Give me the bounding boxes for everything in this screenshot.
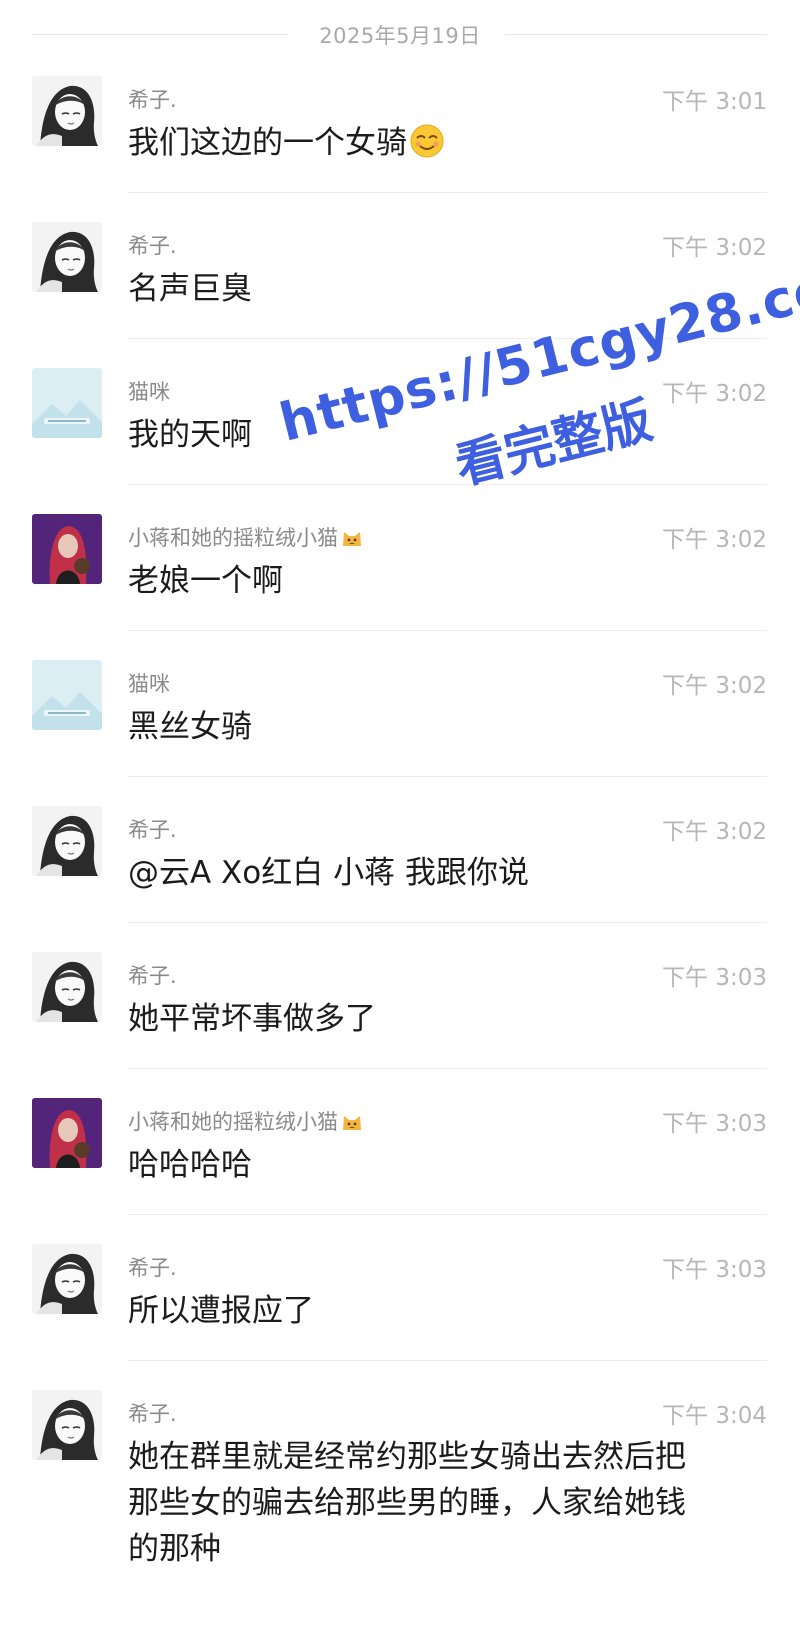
- sender-name-text: 小蒋和她的摇粒绒小猫: [128, 526, 338, 550]
- message-divider: [128, 338, 767, 339]
- message-time: 下午 3:02: [662, 527, 767, 553]
- message-text-line: 的那种: [128, 1531, 221, 1567]
- message-time: 下午 3:03: [662, 1257, 767, 1283]
- anime-girl-avatar[interactable]: [32, 222, 102, 292]
- sender-name[interactable]: 小蒋和她的摇粒绒小猫: [128, 1106, 363, 1136]
- cat-face-emoji: [343, 532, 361, 546]
- message-time: 下午 3:03: [662, 965, 767, 991]
- message-divider: [128, 776, 767, 777]
- date-label: 2025年5月19日: [319, 24, 481, 48]
- message-text: 名声巨臭: [128, 271, 252, 307]
- message-text: 我的天啊: [128, 417, 252, 453]
- message-time: 下午 3:04: [662, 1403, 767, 1429]
- smirk-face-emoji: [410, 124, 444, 158]
- message-divider: [128, 1068, 767, 1069]
- message-text: 哈哈哈哈: [128, 1147, 252, 1183]
- sender-name[interactable]: 希子.: [128, 230, 177, 260]
- sender-name[interactable]: 希子.: [128, 1398, 177, 1428]
- message-text-line: 她在群里就是经常约那些女骑出去然后把: [128, 1439, 686, 1475]
- message-divider: [128, 1360, 767, 1361]
- message-text: @云A Xo红白 小蒋 我跟你说: [128, 855, 529, 891]
- message-divider: [128, 484, 767, 485]
- anime-girl-avatar[interactable]: [32, 952, 102, 1022]
- sender-name[interactable]: 希子.: [128, 84, 177, 114]
- message-text: 所以遭报应了: [128, 1293, 314, 1329]
- message-divider: [128, 630, 767, 631]
- message-time: 下午 3:02: [662, 381, 767, 407]
- sender-name[interactable]: 猫咪: [128, 376, 170, 406]
- message-text: 黑丝女骑: [128, 709, 252, 745]
- message-time: 下午 3:01: [662, 89, 767, 115]
- message-divider: [128, 1214, 767, 1215]
- placeholder-image-avatar[interactable]: [32, 660, 102, 730]
- message-text: 老娘一个啊: [128, 563, 283, 599]
- sender-name[interactable]: 小蒋和她的摇粒绒小猫: [128, 522, 363, 552]
- anime-girl-avatar[interactable]: [32, 806, 102, 876]
- date-separator-line-right: [505, 34, 767, 35]
- anime-girl-avatar[interactable]: [32, 1244, 102, 1314]
- message-time: 下午 3:02: [662, 819, 767, 845]
- message-text: 我们这边的一个女骑: [128, 120, 758, 166]
- message-text: 她平常坏事做多了: [128, 1001, 376, 1037]
- sender-name[interactable]: 希子.: [128, 1252, 177, 1282]
- date-separator-line-left: [32, 34, 288, 35]
- message-time: 下午 3:02: [662, 235, 767, 261]
- message-divider: [128, 192, 767, 193]
- message-divider: [128, 922, 767, 923]
- message-time: 下午 3:02: [662, 673, 767, 699]
- message-text: 她在群里就是经常约那些女骑出去然后把 那些女的骗去给那些男的睡，人家给她钱 的那…: [128, 1434, 758, 1572]
- sender-name-text: 小蒋和她的摇粒绒小猫: [128, 1110, 338, 1134]
- anime-girl-avatar[interactable]: [32, 76, 102, 146]
- date-separator: 2025年5月19日: [0, 0, 800, 70]
- purple-photo-avatar[interactable]: [32, 1098, 102, 1168]
- message-text-line: 那些女的骗去给那些男的睡，人家给她钱: [128, 1485, 686, 1521]
- anime-girl-avatar[interactable]: [32, 1390, 102, 1460]
- sender-name[interactable]: 猫咪: [128, 668, 170, 698]
- placeholder-image-avatar[interactable]: [32, 368, 102, 438]
- cat-face-emoji: [343, 1116, 361, 1130]
- sender-name[interactable]: 希子.: [128, 960, 177, 990]
- message-time: 下午 3:03: [662, 1111, 767, 1137]
- purple-photo-avatar[interactable]: [32, 514, 102, 584]
- sender-name[interactable]: 希子.: [128, 814, 177, 844]
- message-text-content: 我们这边的一个女骑: [128, 125, 407, 161]
